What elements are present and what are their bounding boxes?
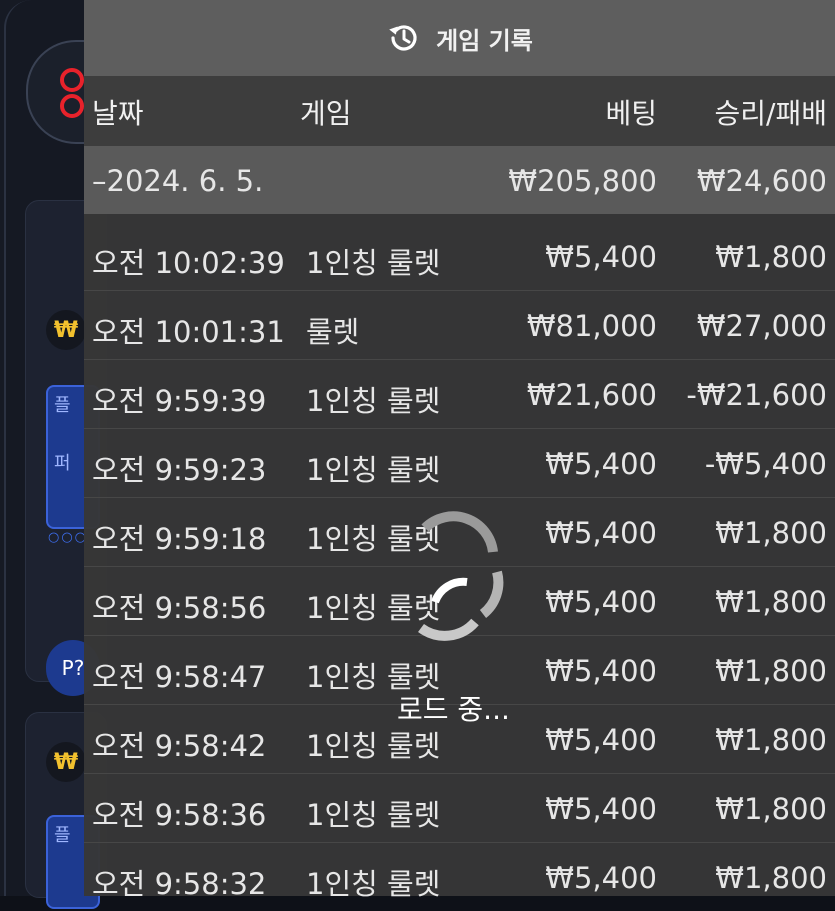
date-summary-row[interactable]: –2024. 6. 5. ₩205,800 ₩24,600 [84,146,835,214]
table-row[interactable]: 오전 9:59:39 1인칭 룰렛 ₩21,600 -₩21,600 [84,360,835,429]
bead-road-dots: ○○○ [48,530,89,545]
row-bet: ₩5,400 [545,792,657,826]
coin-icon: ₩ [46,310,86,350]
history-icon [389,25,417,51]
summary-winloss: ₩24,600 [696,164,827,198]
loading-text: 로드 중... [397,693,510,726]
column-header-date: 날짜 [92,97,144,130]
summary-bet: ₩205,800 [508,164,657,198]
row-game: 룰렛 [306,315,360,349]
panel-header: 게임 기록 [84,0,835,76]
row-game: 1인칭 룰렛 [306,798,441,832]
row-winloss: ₩1,800 [715,861,827,895]
row-time: 오전 10:01:31 [92,315,285,349]
row-winloss: ₩1,800 [715,792,827,826]
row-bet: ₩5,400 [545,516,657,550]
row-winloss: ₩27,000 [696,309,827,343]
row-winloss: -₩21,600 [686,378,827,412]
summary-date: –2024. 6. 5. [92,164,264,198]
logo-ring-bottom [60,94,84,118]
row-winloss: -₩5,400 [704,447,827,481]
row-winloss: ₩1,800 [715,516,827,550]
row-bet: ₩5,400 [545,654,657,688]
row-bet: ₩5,400 [545,585,657,619]
row-bet: ₩5,400 [545,861,657,895]
table-row[interactable]: 오전 9:59:23 1인칭 룰렛 ₩5,400 -₩5,400 [84,429,835,498]
table-row[interactable]: 오전 9:58:32 1인칭 룰렛 ₩5,400 ₩1,800 [84,843,835,911]
table-row[interactable]: 오전 10:01:31 룰렛 ₩81,000 ₩27,000 [84,291,835,360]
row-time: 오전 9:58:56 [92,591,267,625]
row-bet: ₩5,400 [545,723,657,757]
column-headers: 날짜 게임 베팅 승리/패배 [84,76,835,146]
loading-spinner-icon [418,511,504,641]
row-bet: ₩5,400 [545,240,657,274]
column-header-bet: 베팅 [605,97,657,130]
row-time: 오전 10:02:39 [92,246,285,280]
row-game: 1인칭 룰렛 [306,246,441,280]
table-row[interactable]: 오전 9:58:36 1인칭 룰렛 ₩5,400 ₩1,800 [84,774,835,843]
panel-title: 게임 기록 [436,26,533,55]
row-bet: ₩81,000 [526,309,657,343]
row-time: 오전 9:59:18 [92,522,267,556]
row-time: 오전 9:58:42 [92,729,267,763]
row-time: 오전 9:59:23 [92,453,267,487]
row-time: 오전 9:59:39 [92,384,267,418]
table-row[interactable]: 오전 10:02:39 1인칭 룰렛 ₩5,400 ₩1,800 [84,222,835,291]
row-winloss: ₩1,800 [715,723,827,757]
row-time: 오전 9:58:32 [92,867,267,901]
row-time: 오전 9:58:47 [92,660,267,694]
row-winloss: ₩1,800 [715,585,827,619]
coin-icon-lower: ₩ [46,742,86,782]
logo-ring-top [60,68,84,92]
row-game: 1인칭 룰렛 [306,867,441,901]
game-history-panel: 게임 기록 날짜 게임 베팅 승리/패배 –2024. 6. 5. ₩205,8… [84,0,835,901]
row-bet: ₩21,600 [526,378,657,412]
column-header-game: 게임 [300,97,352,130]
row-game: 1인칭 룰렛 [306,453,441,487]
row-winloss: ₩1,800 [715,654,827,688]
row-winloss: ₩1,800 [715,240,827,274]
row-bet: ₩5,400 [545,447,657,481]
row-game: 1인칭 룰렛 [306,384,441,418]
row-game: 1인칭 룰렛 [306,729,441,763]
column-header-winloss: 승리/패배 [714,97,827,130]
row-time: 오전 9:58:36 [92,798,267,832]
